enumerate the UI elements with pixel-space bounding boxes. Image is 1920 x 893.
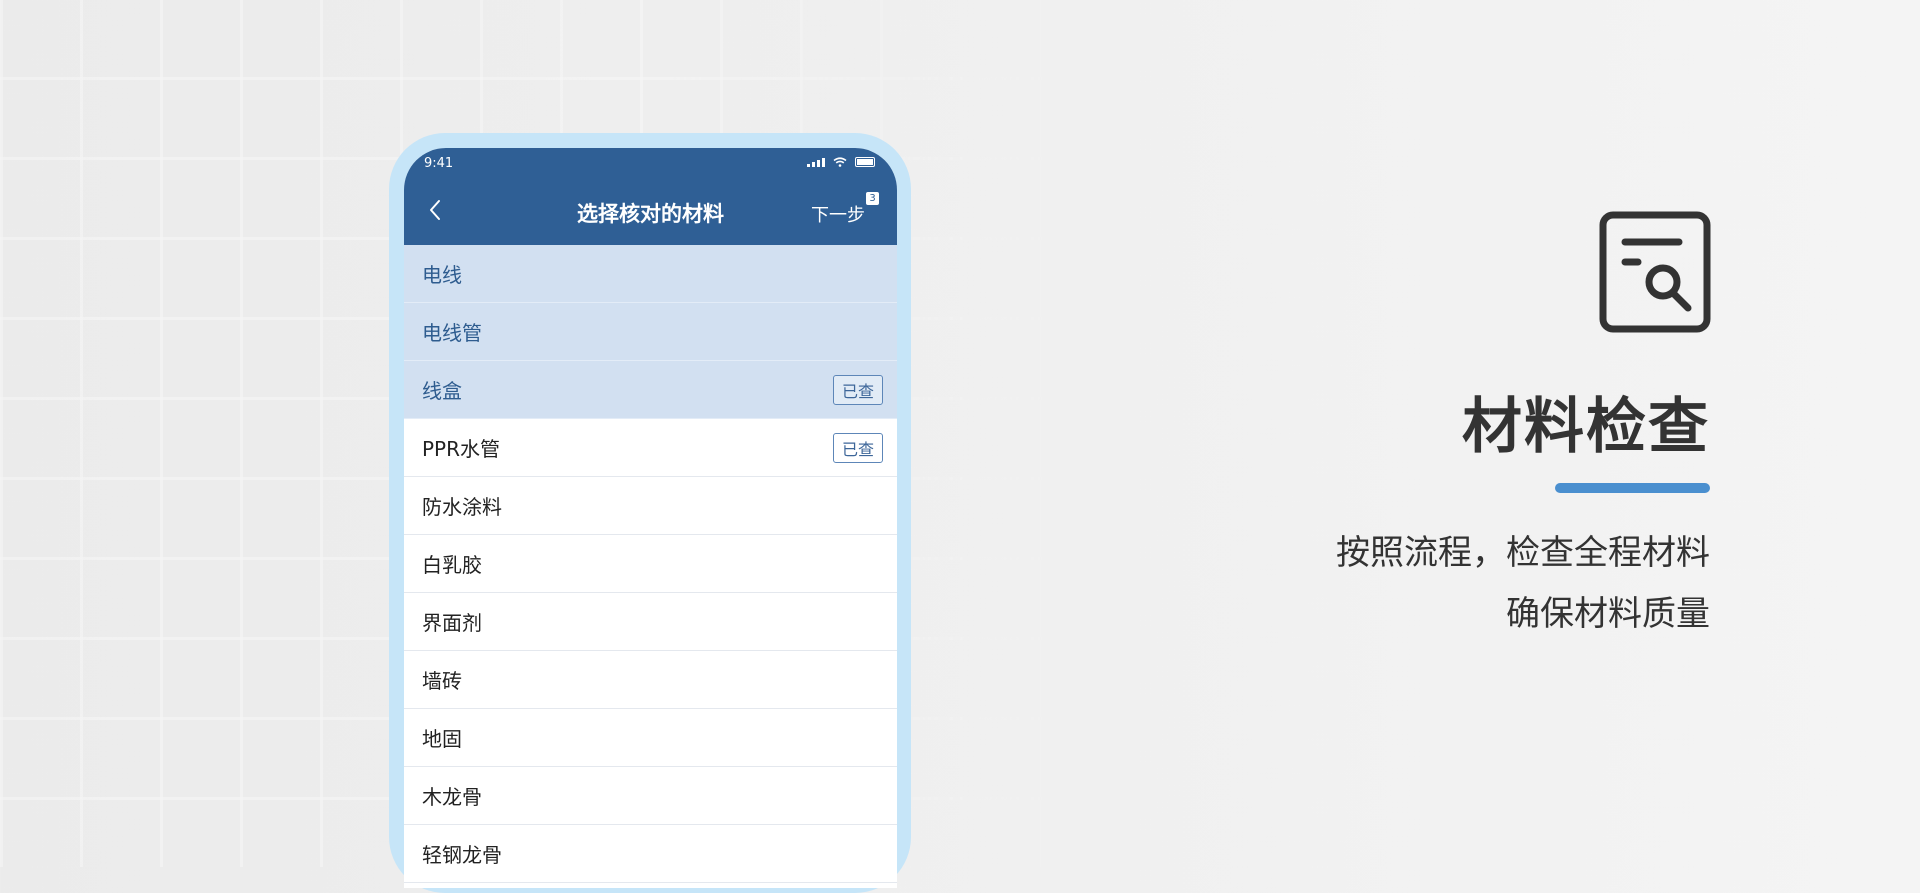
status-time: 9:41 [424, 156, 454, 171]
material-name: 线盒 [422, 379, 462, 403]
material-name: PPR水管 [422, 437, 501, 461]
next-step-button[interactable]: 下一步 [811, 201, 865, 227]
material-row[interactable]: 地固 [404, 709, 897, 767]
accent-bar [1555, 483, 1710, 493]
material-row[interactable]: 电线 [404, 245, 897, 303]
material-row[interactable]: 界面剂 [404, 593, 897, 651]
material-row[interactable]: 墙砖 [404, 651, 897, 709]
material-row[interactable]: 线盒 已查 [404, 361, 897, 419]
material-row[interactable]: 白乳胶 [404, 535, 897, 593]
document-search-icon [1599, 211, 1711, 333]
battery-icon [855, 157, 875, 167]
material-row[interactable]: 防水涂料 [404, 477, 897, 535]
material-row[interactable]: 木龙骨 [404, 767, 897, 825]
material-name: 电线 [422, 263, 462, 287]
material-row[interactable]: PPR水管 已查 [404, 419, 897, 477]
feature-subtitle-line: 按照流程，检查全程材料 [1336, 533, 1710, 573]
app-header: 9:41 选择核对的材料 下一步 3 [404, 148, 897, 245]
wifi-icon [833, 157, 847, 167]
feature-title: 材料检查 [1462, 392, 1710, 462]
feature-subtitle: 按照流程，检查全程材料 确保材料质量 [1336, 523, 1710, 645]
material-name: 木龙骨 [422, 785, 482, 809]
material-row[interactable]: 轻钢龙骨 [404, 825, 897, 883]
status-icons [807, 157, 875, 167]
checked-badge: 已查 [832, 374, 883, 405]
feature-subtitle-line: 确保材料质量 [1506, 594, 1710, 634]
phone-screen: 9:41 选择核对的材料 下一步 3 电线 电线管 线盒 已查 PPR水管 已查 防水涂料白… [404, 148, 897, 888]
checked-badge: 已查 [832, 432, 883, 463]
next-count-badge: 3 [866, 192, 879, 205]
material-list: 电线 电线管 线盒 已查 PPR水管 已查 防水涂料 白乳胶 界面剂 墙砖 地固 木龙骨 轻钢龙骨 [404, 245, 897, 883]
material-name: 墙砖 [422, 669, 462, 693]
material-name: 白乳胶 [422, 553, 482, 577]
material-name: 电线管 [422, 321, 482, 345]
material-name: 地固 [422, 727, 462, 751]
material-name: 防水涂料 [422, 495, 502, 519]
material-row[interactable]: 电线管 [404, 303, 897, 361]
signal-icon [807, 157, 825, 167]
material-name: 轻钢龙骨 [422, 843, 502, 867]
material-name: 界面剂 [422, 611, 482, 635]
